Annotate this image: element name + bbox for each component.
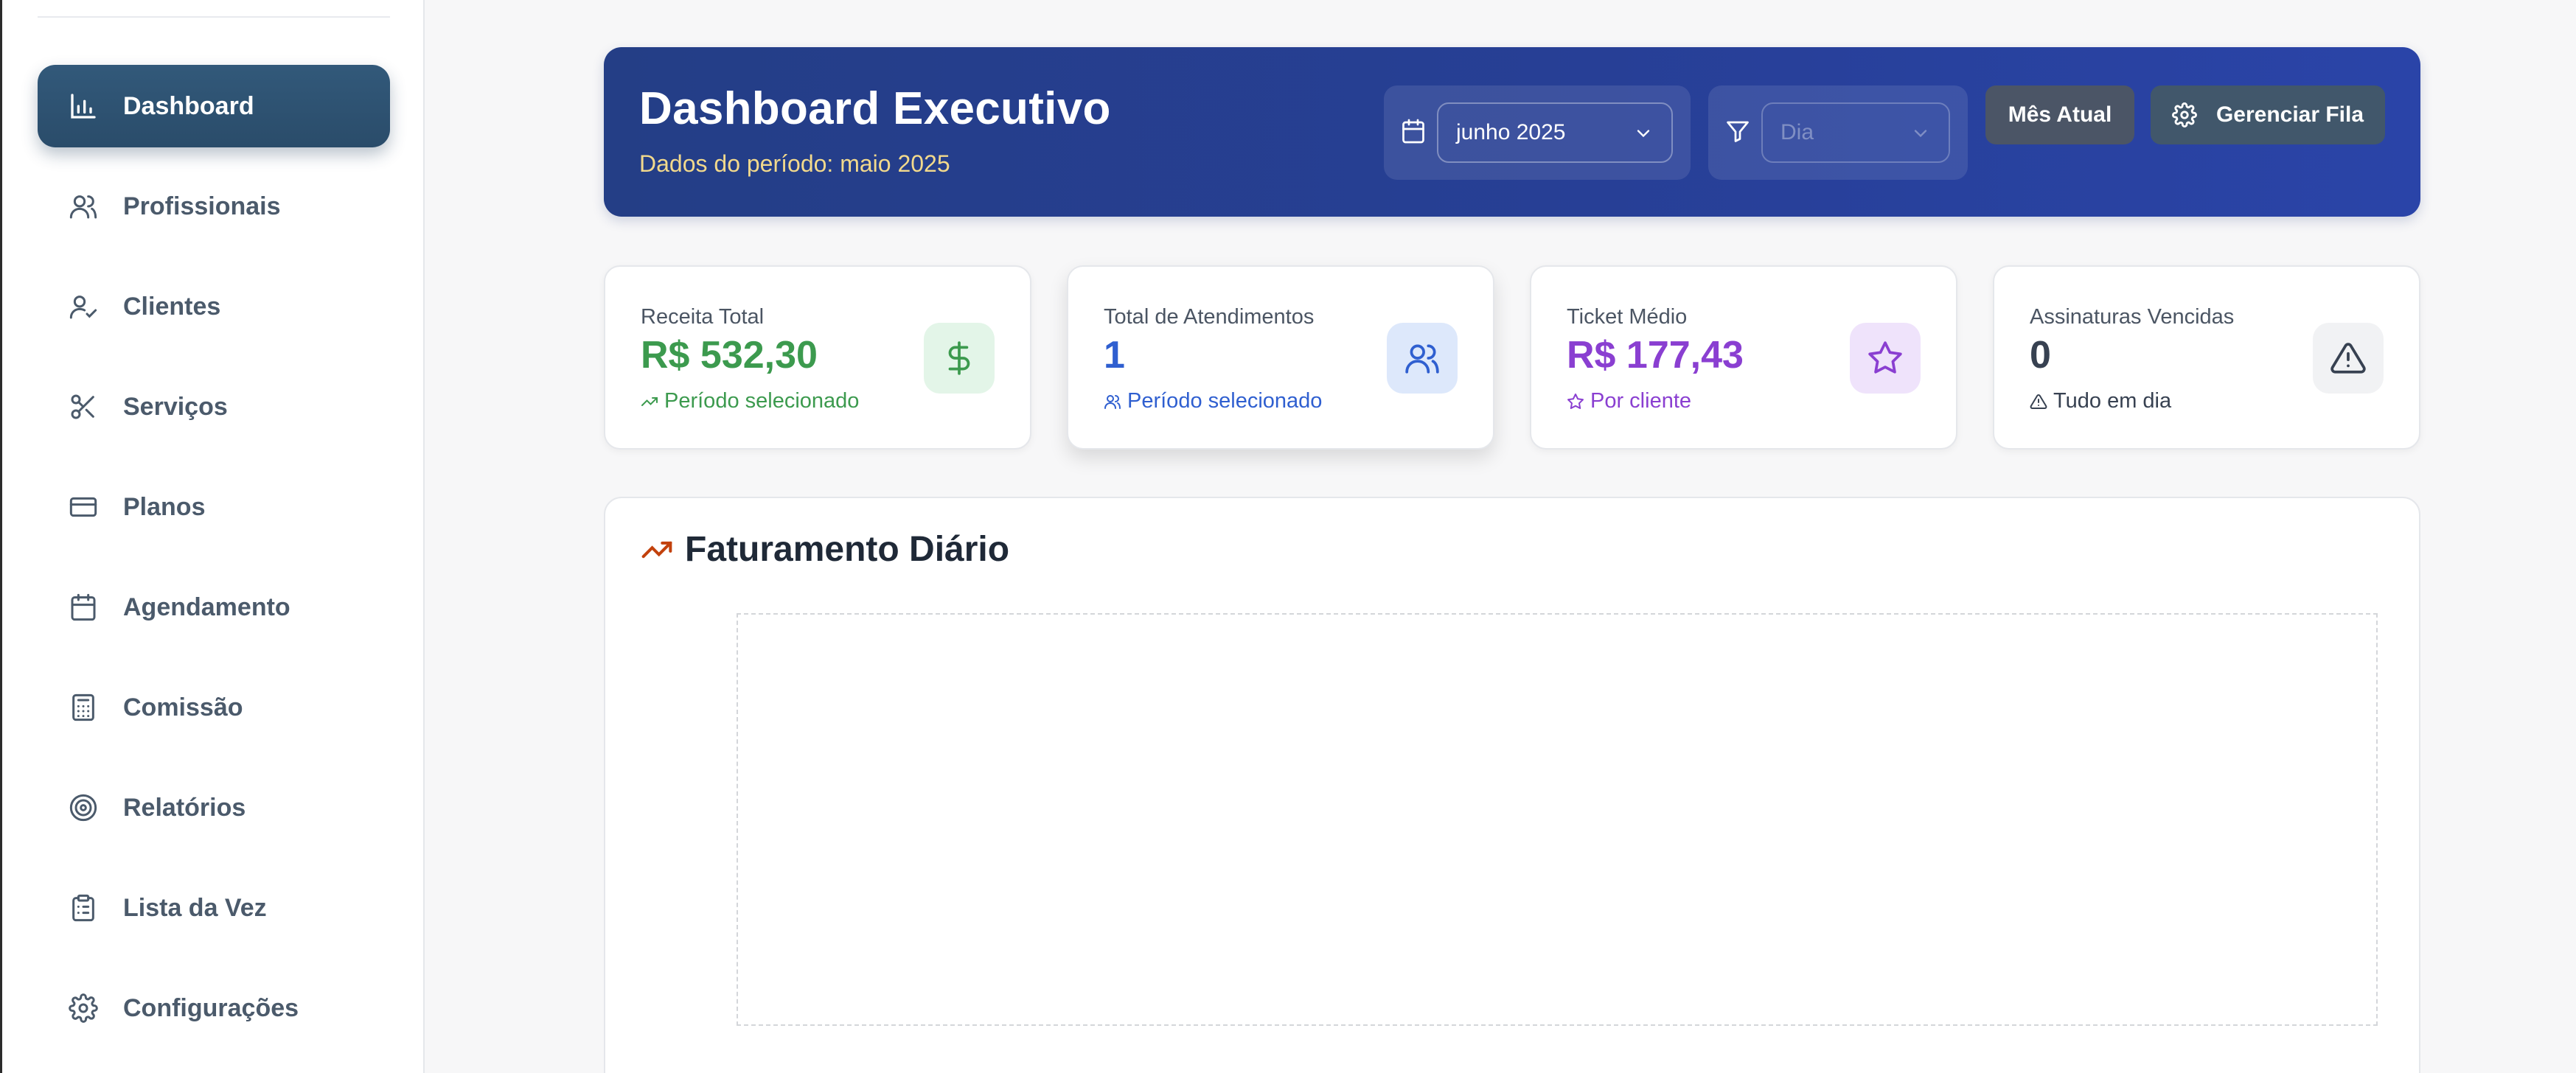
users-icon [67, 190, 100, 223]
chart-area [737, 613, 2378, 1026]
sidebar-item-profissionais[interactable]: Profissionais [38, 165, 390, 248]
clipboard-list-icon [67, 892, 100, 924]
stat-value: 0 [2030, 334, 2051, 377]
scissors-icon [67, 391, 100, 423]
sidebar-item-label: Lista da Vez [123, 893, 267, 922]
sidebar-item-label: Planos [123, 492, 206, 521]
sidebar-item-lista-da-vez[interactable]: Lista da Vez [38, 867, 390, 949]
stat-note: Por cliente [1567, 389, 1691, 413]
sidebar-item-relatorios[interactable]: Relatórios [38, 766, 390, 849]
users-icon [1104, 394, 1121, 409]
sidebar-item-label: Agendamento [123, 593, 290, 621]
dollar-icon [924, 323, 995, 394]
stat-card-ticket: Ticket Médio R$ 177,43 Por cliente [1530, 265, 1957, 450]
sidebar-divider [38, 16, 390, 18]
sidebar-item-label: Comissão [123, 693, 243, 721]
sidebar-item-servicos[interactable]: Serviços [38, 366, 390, 448]
page-title: Dashboard Executivo [639, 83, 1111, 134]
gear-icon [67, 992, 100, 1024]
stat-label: Assinaturas Vencidas [2030, 305, 2235, 329]
day-select[interactable]: Dia [1761, 102, 1950, 163]
filter-icon [1724, 118, 1752, 146]
sidebar-item-label: Configurações [123, 993, 299, 1022]
header-banner: Dashboard Executivo Dados do período: ma… [604, 47, 2420, 217]
trending-up-icon [641, 541, 672, 558]
star-icon [1850, 323, 1921, 394]
stat-note-text: Período selecionado [664, 389, 860, 413]
stat-note-text: Tudo em dia [2053, 389, 2172, 413]
month-filter-group: junho 2025 [1384, 85, 1691, 180]
stat-note: Período selecionado [1104, 389, 1322, 413]
calendar-icon [67, 591, 100, 623]
sidebar-item-label: Serviços [123, 392, 228, 421]
sidebar-item-planos[interactable]: Planos [38, 466, 390, 548]
stat-value: R$ 532,30 [641, 334, 818, 377]
stat-card-receita: Receita Total R$ 532,30 Período selecion… [604, 265, 1031, 450]
stat-label: Receita Total [641, 305, 765, 329]
gear-icon [2172, 102, 2197, 127]
day-filter-group: Dia [1708, 85, 1968, 180]
sidebar-item-label: Relatórios [123, 793, 246, 822]
month-select[interactable]: junho 2025 [1437, 102, 1673, 163]
sidebar: Dashboard Profissionais Clientes Serviço… [2, 0, 425, 1073]
stat-value: R$ 177,43 [1567, 334, 1744, 377]
month-select-value: junho 2025 [1456, 120, 1566, 144]
panel-title: Faturamento Diário [641, 529, 1009, 570]
target-icon [67, 791, 100, 824]
credit-card-icon [67, 491, 100, 523]
period-subtitle: Dados do período: maio 2025 [639, 150, 950, 177]
user-check-icon [67, 290, 100, 323]
sidebar-item-label: Dashboard [123, 91, 254, 120]
stat-note-text: Período selecionado [1127, 389, 1323, 413]
stat-label: Total de Atendimentos [1104, 305, 1315, 329]
day-select-placeholder: Dia [1780, 120, 1814, 144]
stat-label: Ticket Médio [1567, 305, 1688, 329]
stat-value: 1 [1104, 334, 1125, 377]
stat-note: Tudo em dia [2030, 389, 2171, 413]
chevron-down-icon [1637, 130, 1650, 138]
bar-chart-icon [67, 90, 100, 122]
trending-up-icon [641, 396, 658, 406]
sidebar-item-label: Clientes [123, 292, 221, 321]
sidebar-item-comissao[interactable]: Comissão [38, 666, 390, 749]
chevron-down-icon [1914, 130, 1927, 138]
star-icon [1567, 393, 1584, 409]
panel-title-text: Faturamento Diário [685, 530, 1010, 569]
stat-note: Período selecionado [641, 389, 859, 413]
users-icon [1387, 323, 1458, 394]
manage-queue-label: Gerenciar Fila [2215, 102, 2364, 127]
sidebar-item-label: Profissionais [123, 192, 281, 220]
app-root: Dashboard Profissionais Clientes Serviço… [0, 0, 2576, 1073]
sidebar-item-agendamento[interactable]: Agendamento [38, 566, 390, 649]
stat-card-atendimentos: Total de Atendimentos 1 Período selecion… [1067, 265, 1494, 450]
stat-note-text: Por cliente [1590, 389, 1692, 413]
calendar-icon [1400, 118, 1428, 146]
sidebar-item-clientes[interactable]: Clientes [38, 265, 390, 348]
daily-revenue-panel: Faturamento Diário [604, 497, 2420, 1073]
alert-triangle-icon [2030, 394, 2047, 409]
sidebar-item-configuracoes[interactable]: Configurações [38, 967, 390, 1049]
sidebar-item-dashboard[interactable]: Dashboard [38, 65, 390, 147]
alert-triangle-icon [2313, 323, 2384, 394]
stat-card-assinaturas: Assinaturas Vencidas 0 Tudo em dia [1993, 265, 2420, 450]
current-month-button[interactable]: Mês Atual [1985, 85, 2134, 144]
calculator-icon [67, 691, 100, 724]
manage-queue-button[interactable]: Gerenciar Fila [2151, 85, 2385, 144]
